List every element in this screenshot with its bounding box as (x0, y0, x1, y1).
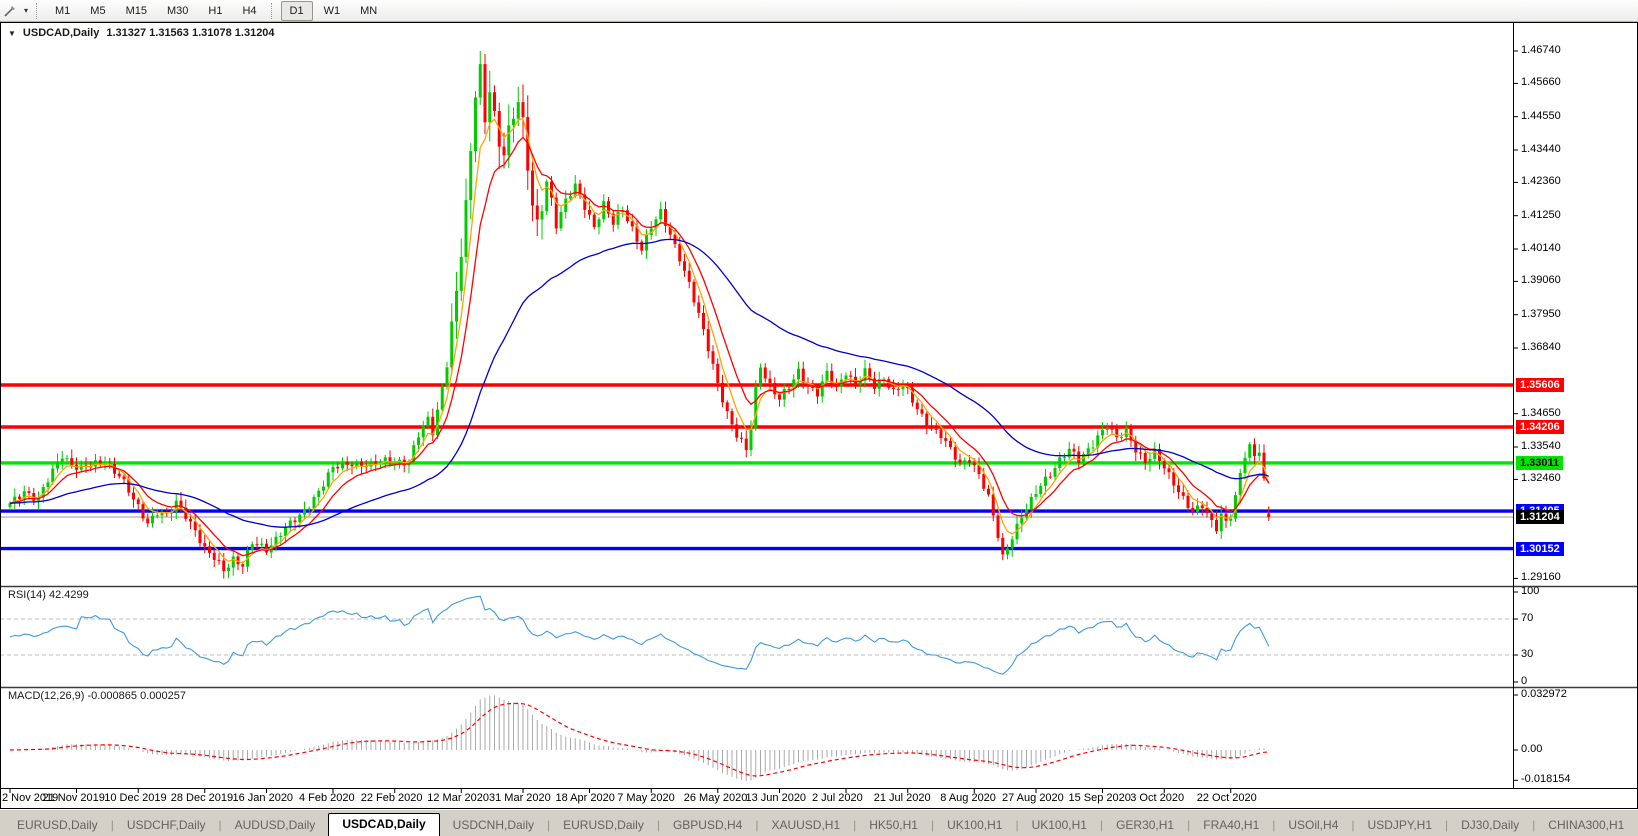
price-tick-label: 1.39060 (1521, 274, 1561, 287)
timeframe-button-D1[interactable]: D1 (280, 0, 313, 21)
timeframe-button-M1[interactable]: M1 (46, 1, 79, 21)
macd-tick-label: -0.018154 (1521, 773, 1571, 786)
macd-signal-line (9, 702, 1269, 777)
tab-EURUSD-Daily[interactable]: EURUSD,Daily (550, 815, 657, 836)
rsi-tick-label: 30 (1521, 648, 1534, 660)
tab-XAUUSD-H1[interactable]: XAUUSD,H1 (758, 815, 853, 836)
price-tick-label: 1.46740 (1521, 44, 1561, 56)
price-tick-label: 1.41250 (1521, 208, 1561, 221)
price-tick-label: 1.37950 (1521, 307, 1561, 320)
date-tick-label: 21 Nov 2019 (42, 792, 105, 804)
pen-icon (4, 5, 15, 17)
timeframe-button-M5[interactable]: M5 (81, 1, 114, 21)
chevron-down-icon[interactable]: ▾ (20, 6, 32, 15)
price-tick-label: 1.34650 (1521, 406, 1561, 419)
chart-canvas[interactable] (0, 22, 1638, 809)
date-tick-label: 27 Aug 2020 (1002, 792, 1064, 804)
date-tick-label: 22 Oct 2020 (1196, 792, 1257, 804)
date-tick-label: 13 Jun 2020 (745, 792, 807, 804)
toolbar-separator (36, 2, 41, 19)
timeframe-button-W1[interactable]: W1 (315, 1, 350, 21)
tab-USDCAD-Daily[interactable]: USDCAD,Daily (328, 813, 440, 836)
tab-UK100-H1[interactable]: UK100,H1 (1019, 815, 1100, 836)
price-tick-label: 1.45660 (1521, 76, 1561, 89)
date-tick-label: 15 Sep 2020 (1068, 792, 1131, 804)
date-tick-label: 26 May 2020 (683, 792, 748, 804)
macd-histogram (14, 695, 1270, 781)
timeframe-button-H4[interactable]: H4 (233, 1, 265, 21)
date-tick-label: 12 Mar 2020 (427, 792, 490, 804)
tab-USOil-H4[interactable]: USOil,H4 (1275, 815, 1351, 836)
collapse-arrow-icon[interactable]: ▼ (8, 29, 16, 38)
date-tick-label: 7 May 2020 (617, 792, 675, 804)
moving-average-line-1 (9, 136, 1270, 557)
rsi-tick-label: 0 (1521, 675, 1528, 687)
timeframe-button-MN[interactable]: MN (351, 1, 386, 21)
tab-GBPUSD-H4[interactable]: GBPUSD,H4 (660, 815, 755, 836)
trading-app: ▾ M1 M5 M15 M30 H1 H4 D1 W1 MN ▼ USDCAD,Daily 1.… (0, 0, 1638, 836)
drawing-tool-icon[interactable] (0, 2, 20, 20)
symbol-period-label: USDCAD,Daily (22, 27, 100, 39)
chart-title: ▼ USDCAD,Daily 1.31327 1.31563 1.31078 1… (8, 27, 275, 39)
timeframe-button-M30[interactable]: M30 (158, 1, 197, 21)
timeframe-toolbar: ▾ M1 M5 M15 M30 H1 H4 D1 W1 MN (0, 0, 1638, 22)
tab-USDCHF-Daily[interactable]: USDCHF,Daily (114, 815, 219, 836)
macd-tick-label: 0.00 (1521, 743, 1543, 755)
date-tick-label: 28 Dec 2019 (170, 792, 234, 804)
rsi-label: RSI(14) 42.4299 (8, 589, 89, 601)
price-tick-label: 1.33540 (1521, 440, 1561, 452)
macd-tick-label: 0.032972 (1521, 688, 1567, 700)
moving-average-line-0 (9, 118, 1270, 564)
chart-window[interactable]: ▼ USDCAD,Daily 1.31327 1.31563 1.31078 1… (0, 22, 1638, 809)
price-tick-label: 1.44550 (1521, 109, 1561, 122)
date-tick-label: 16 Jan 2020 (232, 792, 294, 804)
date-tick-label: 2 Jul 2020 (812, 792, 863, 804)
date-tick-label: 10 Dec 2019 (104, 792, 167, 804)
date-tick-label: 18 Apr 2020 (555, 792, 615, 804)
macd-label: MACD(12,26,9) -0.000865 0.000257 (8, 690, 186, 702)
rsi-tick-label: 70 (1521, 612, 1534, 624)
rsi-tick-label: 100 (1521, 585, 1540, 597)
tab-UK100-H1[interactable]: UK100,H1 (934, 815, 1015, 836)
tab-CHINA300-H1[interactable]: CHINA300,H1 (1535, 815, 1637, 836)
tab-DJ30-Daily[interactable]: DJ30,Daily (1448, 815, 1532, 836)
level-price-badge: 1.30152 (1516, 541, 1564, 556)
level-price-badge: 1.34206 (1516, 420, 1564, 435)
price-tick-label: 1.42360 (1521, 175, 1561, 188)
price-tick-label: 1.29160 (1521, 571, 1561, 584)
date-tick-label: 31 Mar 2020 (489, 792, 551, 804)
timeframe-button-M15[interactable]: M15 (117, 1, 156, 21)
tab-USDJPY-H1[interactable]: USDJPY,H1 (1355, 815, 1445, 836)
price-tick-label: 1.43440 (1521, 143, 1561, 155)
tab-USDCNH-Daily[interactable]: USDCNH,Daily (440, 815, 547, 836)
rsi-line (9, 595, 1270, 675)
tab-EURUSD-Daily[interactable]: EURUSD,Daily (4, 815, 111, 836)
timeframe-button-H1[interactable]: H1 (199, 1, 231, 21)
tab-FRA40-H1[interactable]: FRA40,H1 (1190, 815, 1272, 836)
date-tick-label: 8 Aug 2020 (940, 792, 996, 804)
ohlc-values: 1.31327 1.31563 1.31078 1.31204 (106, 27, 275, 39)
price-tick-label: 1.32460 (1521, 472, 1561, 485)
tab-HK50-H1[interactable]: HK50,H1 (856, 815, 931, 836)
date-tick-label: 22 Feb 2020 (360, 792, 423, 804)
level-price-badge: 1.33011 (1516, 455, 1564, 470)
tab-AUDUSD-Daily[interactable]: AUDUSD,Daily (222, 815, 329, 836)
date-tick-label: 4 Feb 2020 (299, 792, 355, 804)
price-tick-label: 1.36840 (1521, 341, 1561, 353)
date-tick-label: 3 Oct 2020 (1130, 792, 1185, 804)
price-tick-label: 1.40140 (1521, 242, 1561, 254)
date-tick-label: 21 Jul 2020 (873, 792, 931, 804)
bid-price-badge: 1.31204 (1516, 510, 1564, 525)
toolbar-separator (270, 2, 276, 19)
tab-GER30-H1[interactable]: GER30,H1 (1103, 815, 1187, 836)
level-price-badge: 1.35606 (1516, 378, 1564, 393)
symbol-tab-bar: EURUSD,Daily | USDCHF,Daily | AUDUSD,Daily US… (0, 810, 1638, 836)
